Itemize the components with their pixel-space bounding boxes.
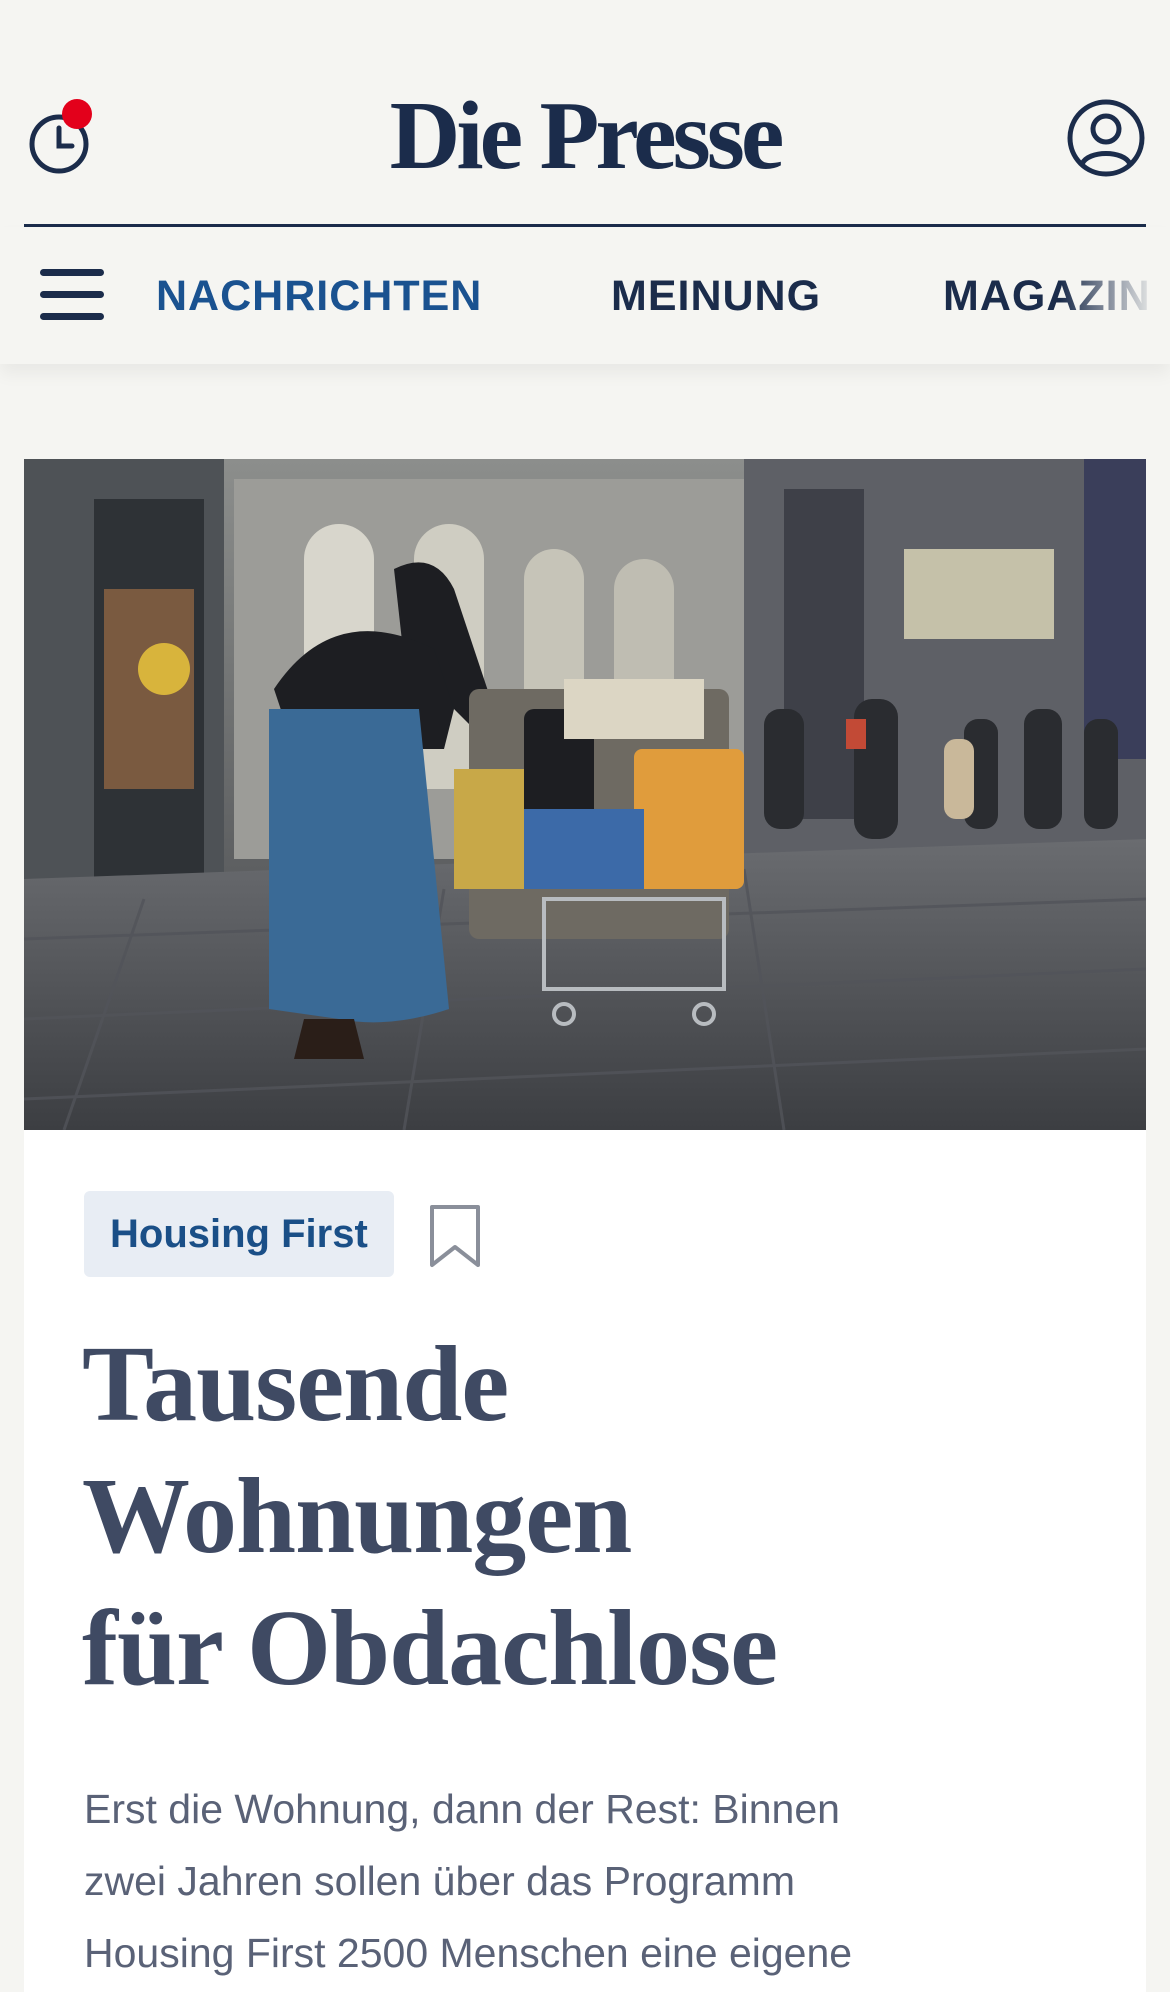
article-teaser-card[interactable]: Housing First Tausende Wohnungen für Obd…: [24, 459, 1146, 1992]
lead-line: Erst die Wohnung, dann der Rest: Binnen: [84, 1786, 840, 1832]
site-logo[interactable]: Die Presse: [0, 76, 1170, 196]
headline-line: Tausende: [82, 1325, 509, 1444]
menu-button[interactable]: [38, 267, 106, 323]
lead-line: Housing First 2500 Menschen eine eigene: [84, 1930, 853, 1976]
bookmark-outline-icon: [430, 1205, 480, 1267]
article-image[interactable]: [24, 459, 1146, 1130]
nav-scroll-fade: [1060, 227, 1170, 364]
hamburger-menu-icon: [40, 269, 104, 320]
account-button[interactable]: [1066, 98, 1146, 178]
article-headline[interactable]: Tausende Wohnungen für Obdachlose: [82, 1319, 1082, 1715]
topic-tag[interactable]: Housing First: [84, 1191, 394, 1277]
article-lead: Erst die Wohnung, dann der Rest: Binnen …: [84, 1773, 1094, 1989]
nav-item-meinung[interactable]: MEINUNG: [611, 271, 821, 321]
nav-item-nachrichten[interactable]: NACHRICHTEN: [156, 271, 482, 321]
main-navigation: NACHRICHTEN MEINUNG MAGAZIN: [0, 227, 1170, 364]
bookmark-button[interactable]: [428, 1203, 482, 1269]
headline-line: Wohnungen: [82, 1457, 632, 1576]
street-scene-image: [24, 459, 1146, 1130]
headline-line: für Obdachlose: [82, 1589, 778, 1708]
site-header: Die Presse: [0, 0, 1170, 226]
lead-line: zwei Jahren sollen über das Programm: [84, 1858, 795, 1904]
user-account-icon: [1067, 99, 1145, 177]
